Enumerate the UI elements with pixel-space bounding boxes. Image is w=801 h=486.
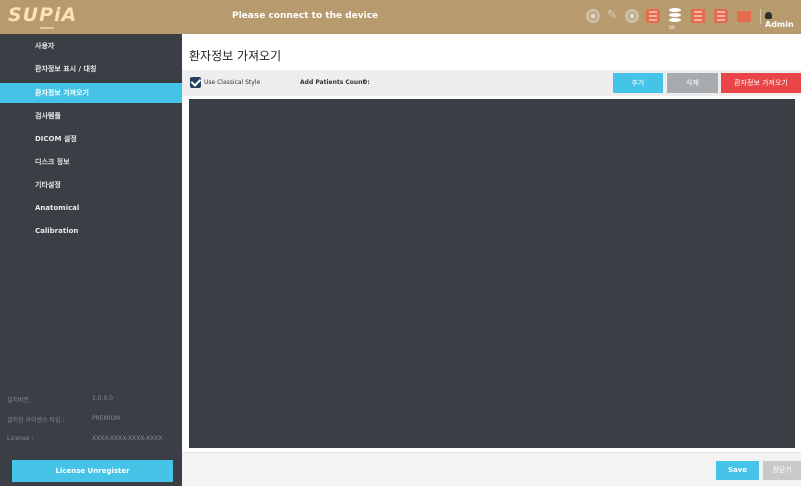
pen-icon[interactable]: ✎ [605, 9, 619, 23]
database-label: DB [669, 25, 675, 30]
sidebar-item-anatomical[interactable]: Anatomical [0, 198, 182, 218]
app-logo: SUPiA [8, 4, 78, 26]
connection-status: Please connect to the device [232, 11, 379, 21]
printer-icon[interactable] [737, 11, 751, 22]
license-value: XXXX-XXXX-XXXX-XXXX [92, 435, 163, 442]
license-type-value: PREMIUM [92, 415, 121, 422]
page-title: 환자정보 가져오기 [189, 49, 282, 63]
delete-button[interactable]: 삭제 [667, 73, 718, 93]
close-button[interactable]: 창닫기 [763, 461, 801, 480]
sidebar-item-calibration[interactable]: Calibration [0, 221, 182, 241]
classical-style-label[interactable]: Use Classical Style [204, 79, 260, 86]
license-type-label: 설치된 라이센스 타입 : [7, 417, 65, 424]
record-icon[interactable] [625, 9, 639, 23]
add-button[interactable]: 추가 [613, 73, 663, 93]
add-count-label: Add Patients Count : [300, 79, 370, 86]
add-count-value: 0 [363, 79, 368, 86]
user-name: Admin [765, 20, 794, 29]
logo-underline [40, 27, 54, 29]
toolbar-divider [760, 9, 761, 24]
sidebar-item-misc[interactable]: 기타설정 [0, 175, 182, 195]
version-label: 설치버전 : [7, 397, 34, 404]
record-icon[interactable] [586, 9, 600, 23]
patient-list-panel[interactable] [189, 99, 795, 448]
classical-style-checkbox[interactable] [190, 77, 201, 88]
book-icon[interactable] [646, 9, 660, 23]
user-menu[interactable]: Admin [765, 11, 801, 29]
import-patients-button[interactable]: 환자정보 가져오기 [721, 73, 801, 93]
license-label: License : [7, 435, 34, 442]
bottom-bar [182, 452, 801, 486]
list-icon[interactable] [691, 9, 705, 23]
license-unregister-button[interactable]: License Unregister [12, 460, 173, 482]
sidebar-item-exam-template[interactable]: 검사템플 [0, 106, 182, 126]
sidebar-item-user[interactable]: 사용자 [0, 36, 182, 56]
sidebar-item-dicom[interactable]: DICOM 설정 [0, 129, 182, 149]
database-icon[interactable] [669, 8, 681, 22]
user-icon [765, 12, 772, 19]
sidebar-item-disk[interactable]: 디스크 정보 [0, 152, 182, 172]
version-value: 1.0.0.0 [92, 395, 113, 402]
sidebar-item-patient-import[interactable]: 환자정보 가져오기 [0, 83, 182, 103]
save-button[interactable]: Save [716, 461, 759, 480]
server-icon[interactable] [714, 9, 728, 23]
sidebar-item-patient-display[interactable]: 환자정보 표시 / 대칭 [0, 59, 182, 79]
